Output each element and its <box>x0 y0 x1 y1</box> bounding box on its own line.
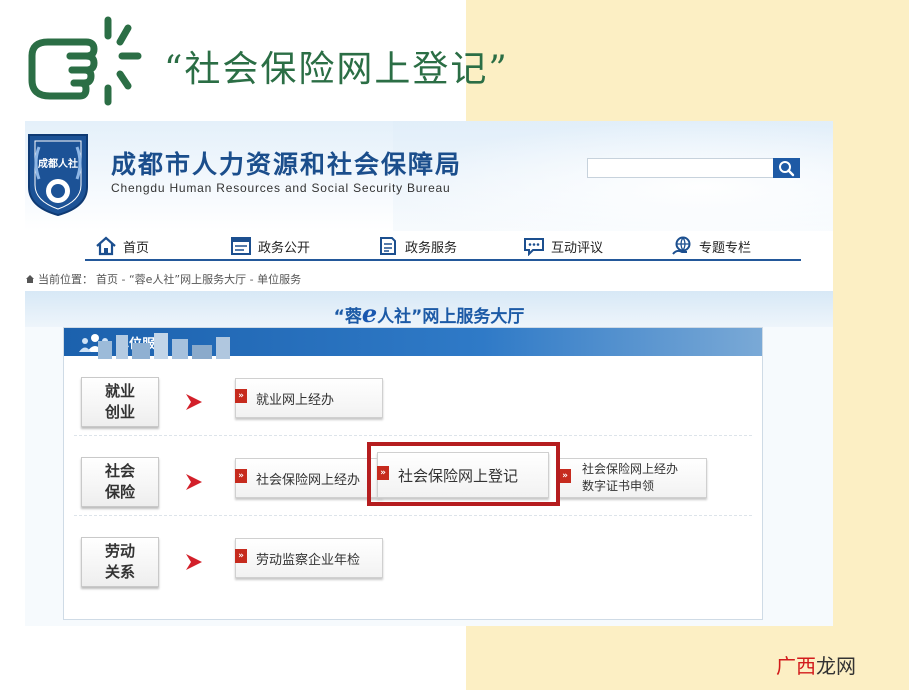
nav-item-interaction[interactable]: 互动评议 <box>523 233 603 259</box>
nav-item-gov-services[interactable]: 政务服务 <box>377 233 457 259</box>
hall-title: “蓉e人社”网上服务大厅 <box>333 299 525 328</box>
breadcrumb: 当前位置： 首页 - “蓉e人社”网上服务大厅 - 单位服务 <box>25 271 301 287</box>
category-employment-button[interactable]: 就业 创业 <box>81 377 159 427</box>
document-icon <box>380 237 396 255</box>
nav-label: 首页 <box>123 240 150 256</box>
nav-item-topics[interactable]: 专题专栏 <box>671 233 751 259</box>
employment-online-button[interactable]: » 就业网上经办 <box>235 378 383 418</box>
bureau-logo: 成都人社 <box>28 134 88 217</box>
red-arrow-icon <box>186 394 202 410</box>
category-social-insurance-button[interactable]: 社会 保险 <box>81 457 159 507</box>
main-nav: 首页 政务公开 政务服务 互动评议 专题专栏 <box>85 233 801 261</box>
double-chevron-icon: » <box>235 549 247 563</box>
service-row-labor-relations: 劳动 关系 » 劳动监察企业年检 <box>64 516 762 596</box>
red-arrow-icon <box>186 554 202 570</box>
service-row-employment: 就业 创业 » 就业网上经办 <box>64 356 762 436</box>
nav-item-gov-affairs-public[interactable]: 政务公开 <box>230 233 310 259</box>
search-input[interactable] <box>588 162 774 180</box>
site-banner: 成都人社 成都市人力资源和社会保障局 Chengdu Human Resourc… <box>25 121 833 231</box>
highlight-box <box>367 442 560 506</box>
browser-window-icon <box>231 237 251 255</box>
unit-services-panel: 单位服务 就业 创业 » 就业网上经办 <box>63 327 763 620</box>
panel-header: 单位服务 <box>64 328 762 359</box>
chat-bubble-icon <box>524 238 544 256</box>
home-icon <box>96 236 116 256</box>
home-icon <box>26 275 34 283</box>
digital-certificate-button[interactable]: » 社会保险网上经办 数字证书申领 <box>559 458 707 498</box>
nav-label: 政务服务 <box>405 240 458 256</box>
social-insurance-online-button[interactable]: » 社会保险网上经办 <box>235 458 383 498</box>
org-name-cn: 成都市人力资源和社会保障局 <box>111 150 463 179</box>
search-icon <box>779 161 795 177</box>
city-skyline-image <box>98 333 230 359</box>
e-logo-letter: e <box>361 299 378 328</box>
nav-label: 互动评议 <box>551 240 604 256</box>
red-arrow-icon <box>186 474 202 490</box>
double-chevron-icon: » <box>235 469 247 483</box>
labor-inspection-annual-check-button[interactable]: » 劳动监察企业年检 <box>235 538 383 578</box>
service-hall: “蓉e人社”网上服务大厅 单位服务 就业 <box>25 291 833 626</box>
logo-text: 成都人社 <box>38 157 78 170</box>
website-screenshot: 成都人社 成都市人力资源和社会保障局 Chengdu Human Resourc… <box>25 121 833 626</box>
category-labor-relations-button[interactable]: 劳动 关系 <box>81 537 159 587</box>
breadcrumb-label: 当前位置： <box>38 273 93 286</box>
double-chevron-icon: » <box>559 469 571 483</box>
breadcrumb-path[interactable]: 首页 - “蓉e人社”网上服务大厅 - 单位服务 <box>96 271 301 287</box>
search-button[interactable] <box>773 158 800 178</box>
globe-hand-icon <box>672 236 691 255</box>
nav-label: 政务公开 <box>258 240 311 256</box>
double-chevron-icon: » <box>235 389 247 403</box>
org-name-en: Chengdu Human Resources and Social Secur… <box>111 181 451 195</box>
site-search <box>587 158 800 180</box>
pointing-hand-icon <box>28 16 142 106</box>
service-row-social-insurance: 社会 保险 » 社会保险网上经办 » 社会保险网上经办 数字证书申领 » 社会保… <box>64 436 762 516</box>
slide-title: “社会保险网上登记” <box>164 49 509 90</box>
nav-item-home[interactable]: 首页 <box>95 233 149 259</box>
watermark: 广西龙网 <box>776 654 856 678</box>
nav-label: 专题专栏 <box>699 240 752 256</box>
